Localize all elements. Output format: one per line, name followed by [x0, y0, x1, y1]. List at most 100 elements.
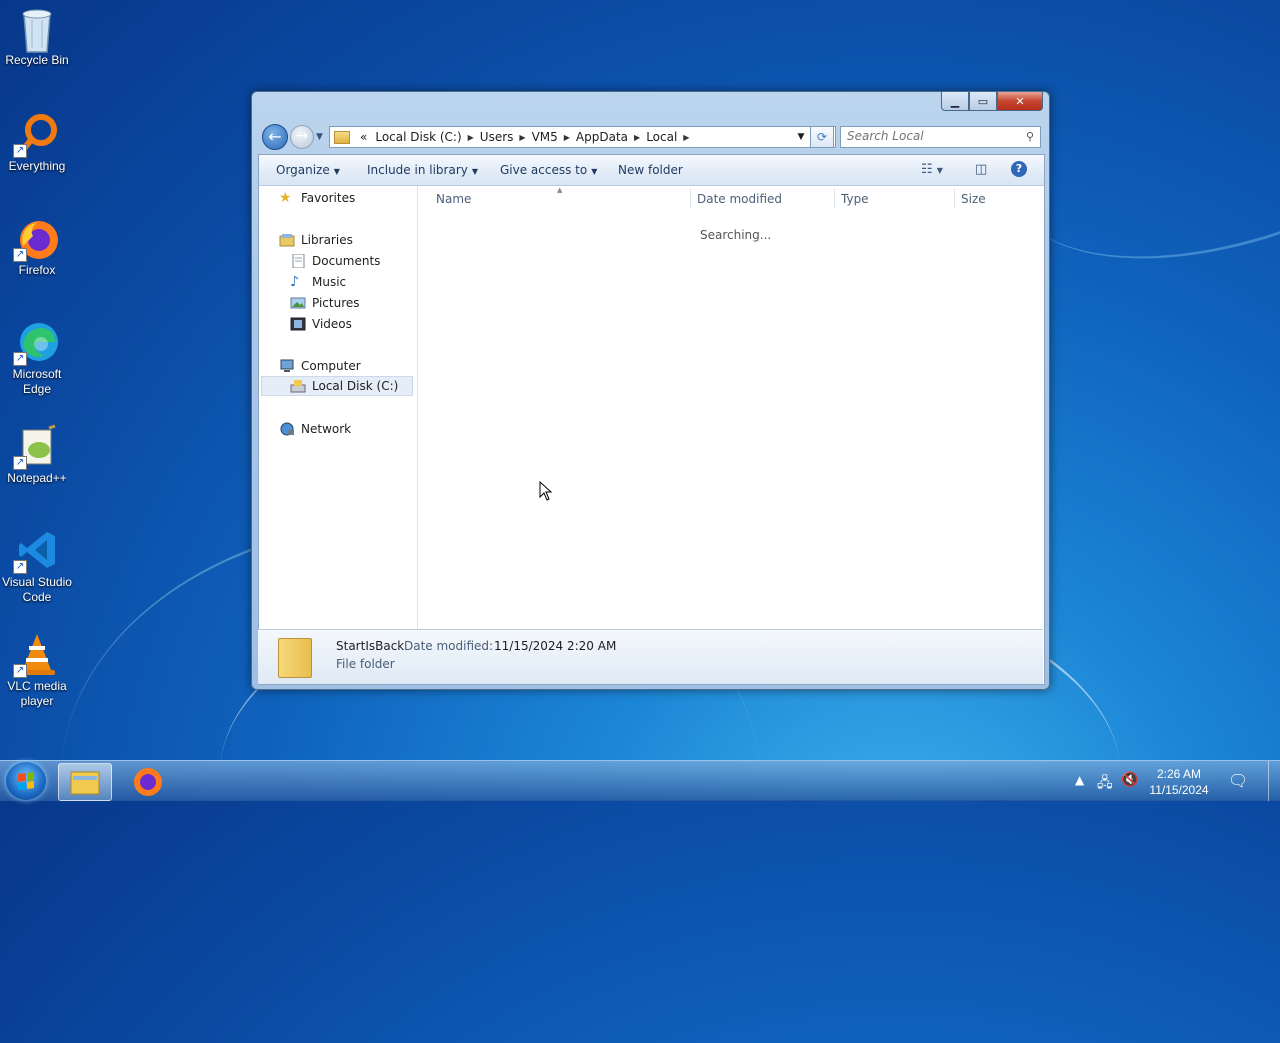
search-box[interactable]: ⚲	[840, 126, 1041, 148]
desktop-icon-everything[interactable]: ↗ Everything	[2, 112, 72, 174]
desktop-icon-notepad-plus-plus[interactable]: ↗ Notepad++	[2, 424, 72, 486]
vlc-icon: ↗	[13, 632, 59, 678]
nav-videos[interactable]: Videos	[290, 314, 352, 334]
maximize-button[interactable]: ▭	[969, 92, 997, 111]
column-divider[interactable]	[954, 188, 955, 208]
details-date-value: 11/15/2024 2:20 AM	[494, 639, 617, 653]
desktop-icon-firefox[interactable]: ↗ Firefox	[2, 216, 72, 278]
firefox-icon: ↗	[13, 216, 59, 262]
system-clock[interactable]: 2:26 AM 11/15/2024	[1146, 766, 1212, 798]
star-icon: ★	[279, 190, 292, 206]
column-header-date-modified[interactable]: Date modified	[697, 192, 782, 206]
preview-pane-icon: ◫	[975, 162, 988, 177]
chevron-up-icon: ▲	[1075, 773, 1085, 787]
nav-favorites[interactable]: ★ Favorites	[279, 188, 355, 208]
organize-button[interactable]: Organize ▼	[276, 163, 340, 177]
windows-logo-icon	[18, 772, 34, 790]
chevron-down-icon: ▼	[936, 166, 943, 175]
shortcut-arrow-icon: ↗	[13, 560, 27, 574]
shortcut-arrow-icon: ↗	[13, 664, 27, 678]
taskbar: ▲ 🖧 🔇 2:26 AM 11/15/2024 🗨	[0, 760, 1280, 801]
shortcut-arrow-icon: ↗	[13, 456, 27, 470]
shortcut-arrow-icon: ↗	[13, 352, 27, 366]
refresh-button[interactable]: ⟳	[810, 126, 834, 148]
forward-button[interactable]: →	[290, 125, 314, 149]
give-access-to-button[interactable]: Give access to ▼	[500, 163, 597, 177]
start-button[interactable]	[6, 762, 46, 800]
back-button[interactable]: ←	[262, 124, 288, 150]
breadcrumb-separator-icon[interactable]: ▶	[681, 133, 691, 142]
breadcrumb-separator-icon[interactable]: ▶	[562, 133, 572, 142]
volume-muted-icon[interactable]: 🔇	[1121, 772, 1138, 812]
address-dropdown-icon[interactable]: ▼	[793, 132, 809, 142]
file-list[interactable]: ▲ Name Date modified Type Size Searching…	[418, 186, 1044, 600]
show-hidden-icons-button[interactable]: ▲	[1075, 773, 1084, 813]
drive-icon	[290, 379, 306, 393]
breadcrumb-users[interactable]: Users	[476, 130, 518, 144]
navigation-pane: ★ Favorites Libraries Documents ♪ Music …	[259, 186, 418, 629]
desktop-icon-recycle-bin[interactable]: Recycle Bin	[2, 6, 72, 68]
file-explorer-icon	[70, 771, 100, 795]
minimize-button[interactable]: ▁	[941, 92, 969, 111]
include-in-library-button[interactable]: Include in library ▼	[367, 163, 478, 177]
forward-arrow-icon: →	[296, 128, 308, 144]
nav-music[interactable]: ♪ Music	[290, 272, 346, 292]
address-bar[interactable]: « Local Disk (C:) ▶ Users ▶ VM5 ▶ AppDat…	[329, 126, 836, 148]
back-arrow-icon: ←	[268, 127, 282, 146]
vscode-icon: ↗	[13, 528, 59, 574]
nav-network[interactable]: Network	[279, 419, 351, 439]
desktop-icon-vlc[interactable]: ↗ VLC media player	[2, 632, 72, 709]
recent-pages-dropdown[interactable]: ▼	[316, 132, 323, 142]
notepad-plus-plus-icon: ↗	[13, 424, 59, 470]
breadcrumb-vm5[interactable]: VM5	[528, 130, 562, 144]
breadcrumb-appdata[interactable]: AppData	[572, 130, 632, 144]
column-divider[interactable]	[690, 188, 691, 208]
details-date-label: Date modified:	[404, 639, 494, 653]
nav-libraries[interactable]: Libraries	[279, 230, 353, 250]
column-header-type[interactable]: Type	[841, 192, 869, 206]
breadcrumb-separator-icon[interactable]: ▶	[517, 133, 527, 142]
explorer-window[interactable]: ▁ ▭ ✕ ← → ▼ « Local Disk (C:) ▶ Users ▶ …	[251, 91, 1050, 690]
shortcut-arrow-icon: ↗	[13, 248, 27, 262]
nav-computer[interactable]: Computer	[279, 356, 361, 376]
details-pane: StartIsBack Date modified: 11/15/2024 2:…	[258, 629, 1043, 684]
pictures-icon	[290, 296, 306, 310]
address-overflow[interactable]: «	[356, 130, 371, 144]
music-icon: ♪	[290, 274, 299, 290]
change-view-button[interactable]: ☷ ▼	[921, 162, 943, 177]
shortcut-arrow-icon: ↗	[13, 144, 27, 158]
network-tray-icon[interactable]: 🖧	[1097, 772, 1113, 812]
search-icon[interactable]: ⚲	[1026, 130, 1034, 143]
action-center-icon[interactable]: 🗨	[1228, 771, 1248, 811]
column-header-name[interactable]: Name	[436, 192, 471, 206]
desktop-icon-vscode[interactable]: ↗ Visual Studio Code	[2, 528, 72, 605]
help-icon: ?	[1015, 162, 1023, 175]
command-bar: Organize ▼ Include in library ▼ Give acces…	[259, 155, 1044, 186]
close-button[interactable]: ✕	[997, 92, 1043, 111]
searching-status: Searching...	[700, 228, 772, 242]
breadcrumb-local-disk[interactable]: Local Disk (C:)	[371, 130, 465, 144]
everything-icon: ↗	[13, 112, 59, 158]
column-header-size[interactable]: Size	[961, 192, 986, 206]
show-desktop-button[interactable]	[1268, 761, 1280, 801]
videos-icon	[290, 317, 306, 331]
recycle-bin-icon	[15, 6, 59, 53]
column-divider[interactable]	[834, 188, 835, 208]
nav-documents[interactable]: Documents	[290, 251, 380, 271]
desktop-icon-microsoft-edge[interactable]: ↗ Microsoft Edge	[2, 320, 72, 397]
search-input[interactable]	[841, 127, 1018, 145]
computer-icon	[279, 359, 295, 373]
breadcrumb-separator-icon[interactable]: ▶	[632, 133, 642, 142]
nav-pictures[interactable]: Pictures	[290, 293, 360, 313]
breadcrumb-local[interactable]: Local	[642, 130, 681, 144]
taskbar-firefox-button[interactable]	[122, 763, 174, 799]
help-button[interactable]: ?	[1011, 161, 1027, 177]
new-folder-button[interactable]: New folder	[618, 163, 683, 177]
chevron-down-icon: ▼	[591, 167, 598, 176]
sort-ascending-icon: ▲	[557, 186, 563, 194]
nav-local-disk[interactable]: Local Disk (C:)	[261, 376, 413, 396]
preview-pane-button[interactable]: ◫	[975, 162, 987, 177]
breadcrumb-separator-icon[interactable]: ▶	[466, 133, 476, 142]
details-item-name: StartIsBack	[336, 639, 405, 653]
taskbar-explorer-button[interactable]	[58, 763, 112, 801]
